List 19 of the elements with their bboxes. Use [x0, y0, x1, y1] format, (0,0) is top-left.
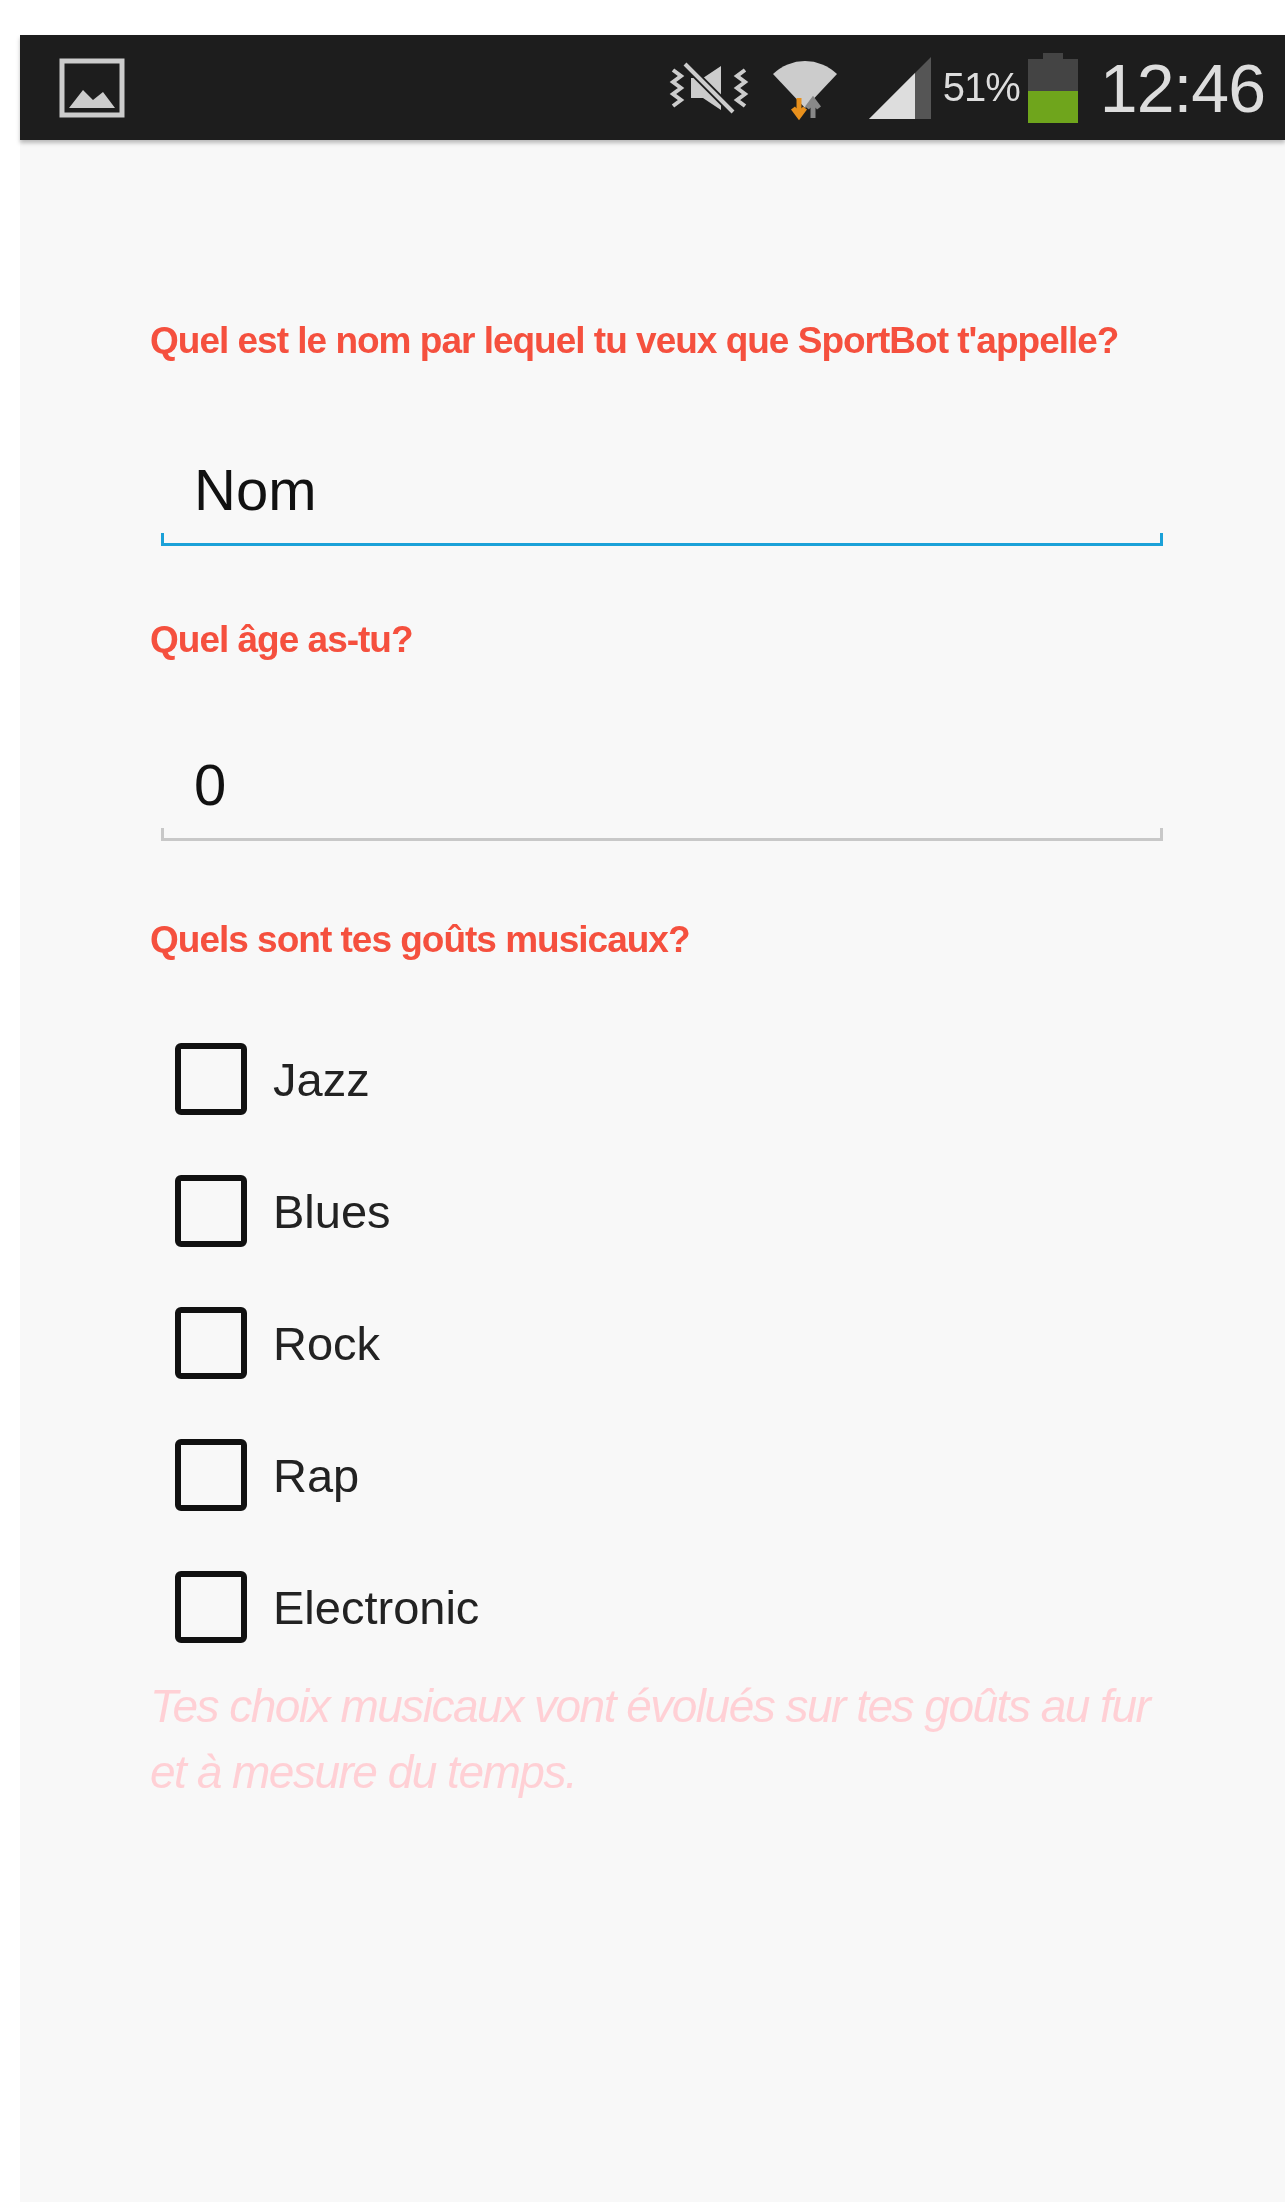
input-field[interactable]: Nom	[161, 442, 1163, 546]
checkbox[interactable]	[175, 1175, 247, 1247]
question-label: Quel âge as-tu?	[150, 618, 414, 662]
checkbox[interactable]	[175, 1439, 247, 1511]
checkbox[interactable]	[175, 1043, 247, 1115]
checkbox-label: Rock	[273, 1315, 381, 1371]
question-label: Quel est le nom par lequel tu veux que SportBot t'appelle?	[150, 319, 1120, 363]
battery-percentage: 51%	[942, 65, 1020, 110]
gallery-icon	[59, 57, 125, 118]
input-field[interactable]: 0	[161, 737, 1163, 841]
checkbox-label: Jazz	[273, 1051, 370, 1107]
battery-icon	[1027, 52, 1078, 123]
question-label: Quels sont tes goûts musicaux?	[150, 918, 691, 962]
checkbox[interactable]	[175, 1307, 247, 1379]
clock-time: 12:46	[1099, 48, 1265, 127]
checkbox[interactable]	[175, 1571, 247, 1643]
checkbox-label: Rap	[273, 1447, 360, 1503]
checkbox-label: Electronic	[273, 1579, 480, 1635]
checkbox-label: Blues	[273, 1183, 391, 1239]
